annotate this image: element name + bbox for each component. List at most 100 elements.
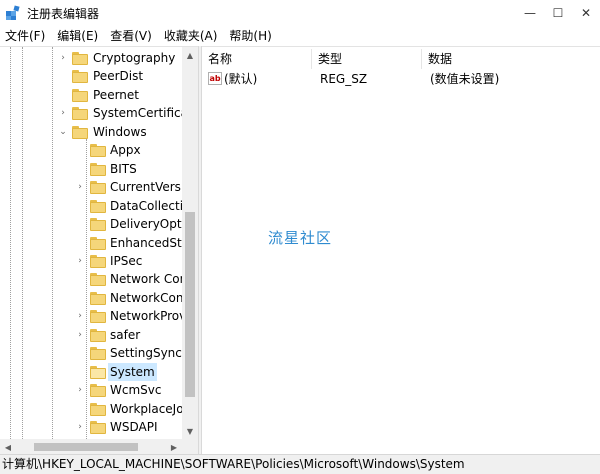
tree-item-label[interactable]: Appx [108,141,143,159]
tree-item-label[interactable]: System [108,363,157,381]
tree-item[interactable]: › WcmSvc [0,381,182,399]
tree-item[interactable]: DataCollectio [0,197,182,215]
tree-vertical-scrollbar[interactable]: ▲ ▼ [182,47,198,439]
tree-item[interactable]: DeliveryOptin [0,215,182,233]
scroll-up-arrow-icon[interactable]: ▲ [182,47,198,63]
folder-icon [90,237,106,250]
watermark-text: 流星社区 [268,229,333,247]
tree-horizontal-scrollbar[interactable]: ◀ ▶ [0,439,182,454]
tree-item[interactable]: WorkplaceJo [0,400,182,418]
registry-editor-icon [5,5,21,21]
scroll-down-arrow-icon[interactable]: ▼ [182,423,198,439]
menu-favorites[interactable]: 收藏夹(A) [158,26,224,46]
value-name: (默认) [224,72,258,86]
expand-chevron-icon[interactable]: › [75,307,85,325]
maximize-button[interactable]: ☐ [544,0,572,26]
value-row[interactable]: ab (默认) REG_SZ (数值未设置) [202,69,600,89]
tree-item[interactable]: BITS [0,160,182,178]
tree-item-label[interactable]: CurrentVersic [108,178,182,196]
tree-item-label[interactable]: DeliveryOptin [108,215,182,233]
tree-item-label[interactable]: PeerDist [91,67,145,85]
folder-icon [90,255,106,268]
tree-item-label[interactable]: NetworkProv [108,307,182,325]
title-bar: 注册表编辑器 — ☐ ✕ [0,0,600,26]
folder-icon [72,107,88,120]
tree-item[interactable]: › WSDAPI [0,418,182,436]
tree-vertical-scroll-thumb[interactable] [185,212,195,397]
tree-item[interactable]: Peernet [0,86,182,104]
close-button[interactable]: ✕ [572,0,600,26]
menu-view[interactable]: 查看(V) [104,26,158,46]
expand-chevron-icon[interactable]: › [75,178,85,196]
key-tree-pane: › Cryptography PeerDist Peernet › SystemCerti… [0,46,198,454]
tree-item[interactable]: NetworkConr [0,289,182,307]
value-data: (数值未设置) [430,72,500,86]
string-value-icon: ab [208,72,222,85]
folder-icon [90,384,106,397]
tree-item[interactable]: › IPSec [0,252,182,270]
tree-item-label[interactable]: Network Con [108,270,182,288]
tree-horizontal-scroll-thumb[interactable] [34,443,138,451]
tree-item[interactable]: › CurrentVersic [0,178,182,196]
tree-item-label[interactable]: BITS [108,160,139,178]
window-title: 注册表编辑器 [27,6,100,21]
tree-item-label[interactable]: SettingSync [108,344,182,362]
tree-item-label[interactable]: NetworkConr [108,289,182,307]
menu-file[interactable]: 文件(F) [0,26,51,46]
tree-item[interactable]: System [0,363,182,381]
tree-item[interactable]: › NetworkProv [0,307,182,325]
menu-edit[interactable]: 编辑(E) [51,26,104,46]
tree-item[interactable]: › SystemCertificate [0,104,182,122]
tree-item[interactable]: › Cryptography [0,49,182,67]
folder-icon [90,347,106,360]
folder-icon [90,329,106,342]
folder-icon [90,366,106,379]
tree-item-label[interactable]: WcmSvc [108,381,163,399]
menu-help[interactable]: 帮助(H) [223,26,277,46]
column-header-type[interactable]: 类型 [312,49,422,69]
folder-icon [90,144,106,157]
tree-item-label[interactable]: Windows [91,123,149,141]
tree-item-label[interactable]: WorkplaceJo [108,400,182,418]
folder-icon [72,52,88,65]
collapse-chevron-icon[interactable]: ⌄ [58,123,68,141]
expand-chevron-icon[interactable]: › [58,104,68,122]
tree-item-label[interactable]: EnhancedStor [108,234,182,252]
expand-chevron-icon[interactable]: › [58,49,68,67]
expand-chevron-icon[interactable]: › [75,252,85,270]
minimize-button[interactable]: — [516,0,544,26]
folder-icon [90,181,106,194]
folder-icon [90,163,106,176]
values-pane: 名称 类型 数据 ab (默认) REG_SZ (数值未设置) 流星社区 [202,46,600,454]
menu-bar: 文件(F) 编辑(E) 查看(V) 收藏夹(A) 帮助(H) [0,26,600,46]
tree-item[interactable]: Network Con [0,270,182,288]
status-bar: 计算机\HKEY_LOCAL_MACHINE\SOFTWARE\Policies… [0,454,600,474]
tree-item-label[interactable]: WSDAPI [108,418,160,436]
tree-item[interactable]: PeerDist [0,67,182,85]
tree-item-label[interactable]: DataCollectio [108,197,182,215]
folder-icon [90,403,106,416]
expand-chevron-icon[interactable]: › [75,381,85,399]
key-path: 计算机\HKEY_LOCAL_MACHINE\SOFTWARE\Policies… [2,457,465,471]
expand-chevron-icon[interactable]: › [75,418,85,436]
scroll-left-arrow-icon[interactable]: ◀ [0,439,16,454]
scroll-right-arrow-icon[interactable]: ▶ [166,439,182,454]
column-header-data[interactable]: 数据 [422,49,600,69]
tree-item[interactable]: EnhancedStor [0,234,182,252]
tree-item-label[interactable]: Peernet [91,86,141,104]
tree-item-label[interactable]: SystemCertificate [91,104,182,122]
value-type: REG_SZ [320,72,368,86]
tree-item[interactable]: › safer [0,326,182,344]
folder-icon [90,218,106,231]
folder-icon [72,89,88,102]
column-header-name[interactable]: 名称 [202,49,312,69]
tree-item-label[interactable]: safer [108,326,142,344]
expand-chevron-icon[interactable]: › [75,326,85,344]
tree-item[interactable]: SettingSync [0,344,182,362]
key-tree: › Cryptography PeerDist Peernet › SystemCerti… [0,47,182,439]
tree-item-label[interactable]: Cryptography [91,49,177,67]
folder-icon [90,200,106,213]
tree-item[interactable]: Appx [0,141,182,159]
tree-item-label[interactable]: IPSec [108,252,144,270]
tree-item[interactable]: ⌄ Windows [0,123,182,141]
